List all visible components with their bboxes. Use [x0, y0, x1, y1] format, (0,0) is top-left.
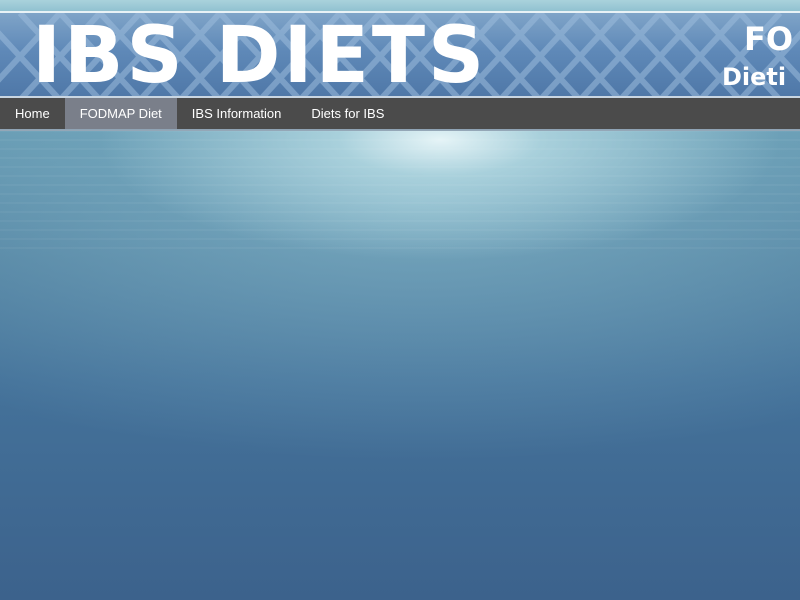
nav-item-label: IBS Information [191, 106, 282, 121]
nav-item-label: Diets for IBS [311, 106, 385, 121]
site-title: IBS DIETS [32, 11, 488, 98]
nav-item-fodmap-diet[interactable]: FODMAP Diet [64, 98, 177, 129]
nav-item-ibs-information[interactable]: IBS Information [177, 98, 297, 129]
banner-subtitle-line2: Dieti [722, 63, 787, 91]
nav-item-home[interactable]: Home [0, 98, 65, 129]
nav-item-label: Home [15, 106, 50, 121]
water-background [0, 130, 800, 250]
main-nav: Home FODMAP Diet IBS Information Diets f… [0, 98, 800, 131]
banner-subtitle-line1: FO [744, 20, 794, 58]
nav-item-diets-for-ibs[interactable]: Diets for IBS [296, 98, 399, 129]
nav-item-label: FODMAP Diet [79, 106, 162, 121]
header-banner: IBS DIETS FO Dieti [0, 11, 800, 98]
